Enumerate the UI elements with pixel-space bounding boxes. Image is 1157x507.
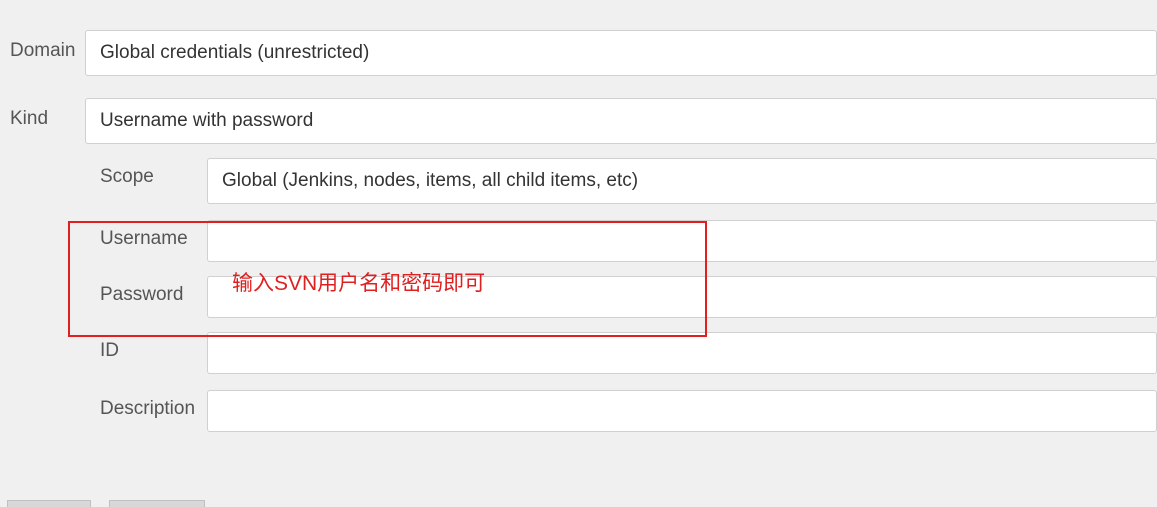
scope-select[interactable]: Global (Jenkins, nodes, items, all child… bbox=[207, 158, 1157, 204]
row-password: Password bbox=[0, 276, 1157, 318]
row-description: Description bbox=[0, 390, 1157, 432]
row-scope: Scope Global (Jenkins, nodes, items, all… bbox=[0, 158, 1157, 204]
row-username: Username bbox=[0, 220, 1157, 262]
domain-select[interactable]: Global credentials (unrestricted) bbox=[85, 30, 1157, 76]
domain-value: Global credentials (unrestricted) bbox=[100, 42, 369, 64]
password-label: Password bbox=[0, 276, 207, 306]
scope-value: Global (Jenkins, nodes, items, all child… bbox=[222, 170, 638, 192]
description-input[interactable] bbox=[207, 390, 1157, 432]
button-stub-1[interactable] bbox=[7, 500, 91, 507]
button-stub-2[interactable] bbox=[109, 500, 205, 507]
row-kind: Kind Username with password bbox=[0, 98, 1157, 144]
kind-select[interactable]: Username with password bbox=[85, 98, 1157, 144]
scope-label: Scope bbox=[0, 158, 207, 188]
password-input[interactable] bbox=[207, 276, 1157, 318]
row-domain: Domain Global credentials (unrestricted) bbox=[0, 30, 1157, 76]
username-input[interactable] bbox=[207, 220, 1157, 262]
credentials-form: Domain Global credentials (unrestricted)… bbox=[0, 0, 1157, 432]
bottom-button-bar bbox=[7, 500, 205, 507]
description-label: Description bbox=[0, 390, 207, 420]
username-label: Username bbox=[0, 220, 207, 250]
id-input[interactable] bbox=[207, 332, 1157, 374]
id-label: ID bbox=[0, 332, 207, 362]
kind-label: Kind bbox=[0, 98, 85, 130]
row-id: ID bbox=[0, 332, 1157, 374]
domain-label: Domain bbox=[0, 30, 85, 62]
kind-value: Username with password bbox=[100, 110, 313, 132]
